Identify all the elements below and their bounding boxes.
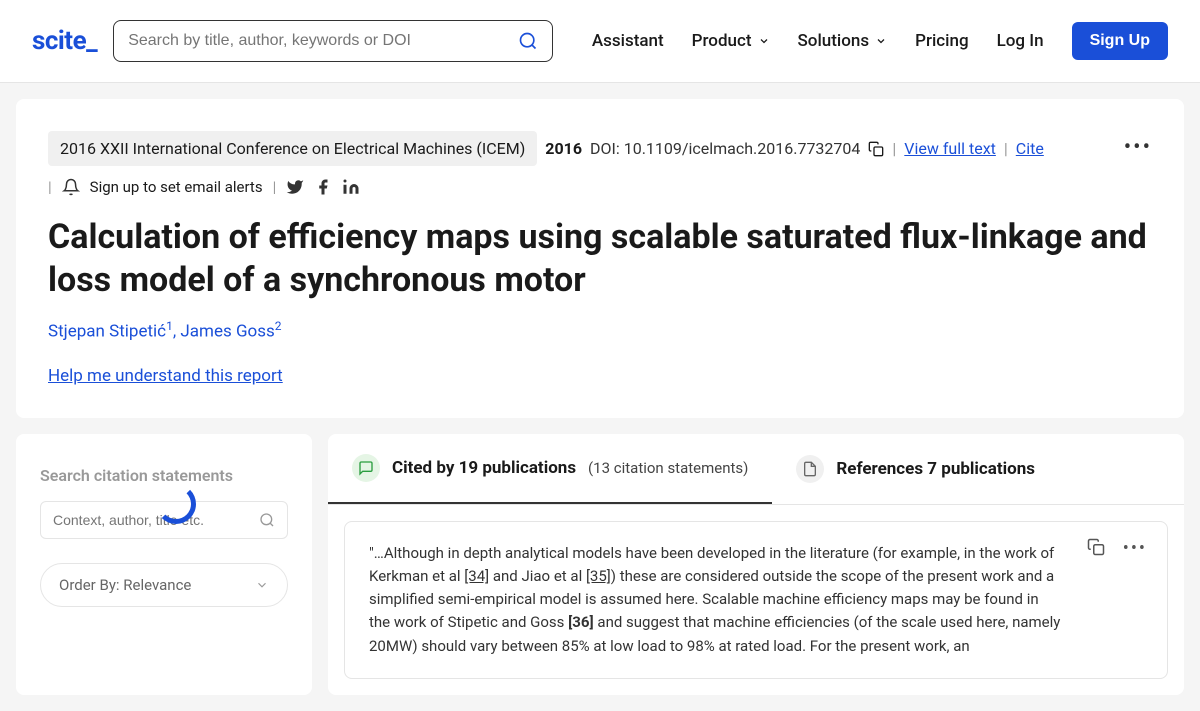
nav-solutions[interactable]: Solutions — [798, 31, 888, 51]
nav-login[interactable]: Log In — [997, 31, 1044, 51]
authors: Stjepan Stipetić1, James Goss2 — [48, 319, 1152, 342]
separator: | — [892, 139, 896, 158]
citation-text: "…Although in depth analytical models ha… — [369, 542, 1143, 658]
chevron-down-icon — [255, 578, 269, 592]
nav-assistant[interactable]: Assistant — [592, 31, 664, 51]
citation-more-icon[interactable]: ••• — [1123, 538, 1147, 559]
chevron-down-icon — [875, 35, 887, 47]
sidebar: Search citation statements Order By: Rel… — [16, 434, 312, 695]
citation-statement: ••• "…Although in depth analytical model… — [344, 521, 1168, 679]
facebook-icon[interactable] — [314, 178, 332, 196]
nav-product[interactable]: Product — [692, 31, 770, 51]
tab-cited-label: Cited by 19 publications — [392, 458, 576, 478]
paper-card: ••• 2016 XXII International Conference o… — [16, 99, 1184, 418]
linkedin-icon[interactable] — [342, 178, 360, 196]
separator: | — [273, 178, 277, 196]
paper-title: Calculation of efficiency maps using sca… — [48, 216, 1152, 301]
ref-link[interactable]: [34] — [464, 567, 489, 585]
main-panel: Cited by 19 publications (13 citation st… — [328, 434, 1184, 695]
view-full-text-link[interactable]: View full text — [904, 139, 996, 158]
publication-year: 2016 — [545, 139, 582, 158]
search-icon[interactable] — [259, 512, 275, 528]
ref-highlight[interactable]: [36] — [568, 613, 594, 631]
author-link[interactable]: Stjepan Stipetić — [48, 322, 166, 342]
tab-references[interactable]: References 7 publications — [772, 434, 1059, 504]
search-input[interactable] — [128, 32, 508, 50]
citation-icon — [352, 454, 380, 482]
copy-doi-icon[interactable] — [868, 141, 884, 157]
references-icon — [796, 455, 824, 483]
tab-cited-by[interactable]: Cited by 19 publications (13 citation st… — [328, 434, 772, 504]
author-link[interactable]: James Goss — [180, 322, 274, 342]
more-menu-icon[interactable]: ••• — [1124, 135, 1152, 160]
cite-link[interactable]: Cite — [1016, 139, 1044, 158]
conference-badge[interactable]: 2016 XXII International Conference on El… — [48, 131, 537, 166]
nav-solutions-label: Solutions — [798, 31, 870, 51]
search-icon[interactable] — [518, 31, 538, 51]
nav-product-label: Product — [692, 31, 752, 51]
logo[interactable]: scite_ — [32, 26, 97, 56]
orderby-dropdown[interactable]: Order By: Relevance — [40, 563, 288, 607]
chevron-down-icon — [758, 35, 770, 47]
copy-citation-icon[interactable] — [1087, 538, 1105, 556]
bell-icon[interactable] — [62, 178, 80, 196]
author-affiliation: 1 — [166, 319, 173, 333]
separator: | — [1004, 139, 1008, 158]
tab-cited-sub: (13 citation statements) — [588, 459, 748, 477]
sidebar-search-input[interactable] — [53, 512, 259, 528]
loading-spinner — [156, 484, 196, 524]
search-bar[interactable] — [113, 20, 553, 62]
help-understand-link[interactable]: Help me understand this report — [48, 366, 283, 386]
signup-button[interactable]: Sign Up — [1072, 22, 1168, 60]
email-alert-text[interactable]: Sign up to set email alerts — [90, 178, 263, 196]
orderby-label: Order By: Relevance — [59, 576, 191, 594]
twitter-icon[interactable] — [286, 178, 304, 196]
tab-references-label: References 7 publications — [836, 459, 1035, 479]
nav-pricing[interactable]: Pricing — [915, 31, 969, 51]
author-affiliation: 2 — [275, 319, 282, 333]
separator: | — [48, 178, 52, 196]
doi-label: DOI: 10.1109/icelmach.2016.7732704 — [590, 139, 860, 158]
ref-link[interactable]: [35] — [586, 567, 611, 585]
sidebar-title: Search citation statements — [40, 466, 288, 485]
